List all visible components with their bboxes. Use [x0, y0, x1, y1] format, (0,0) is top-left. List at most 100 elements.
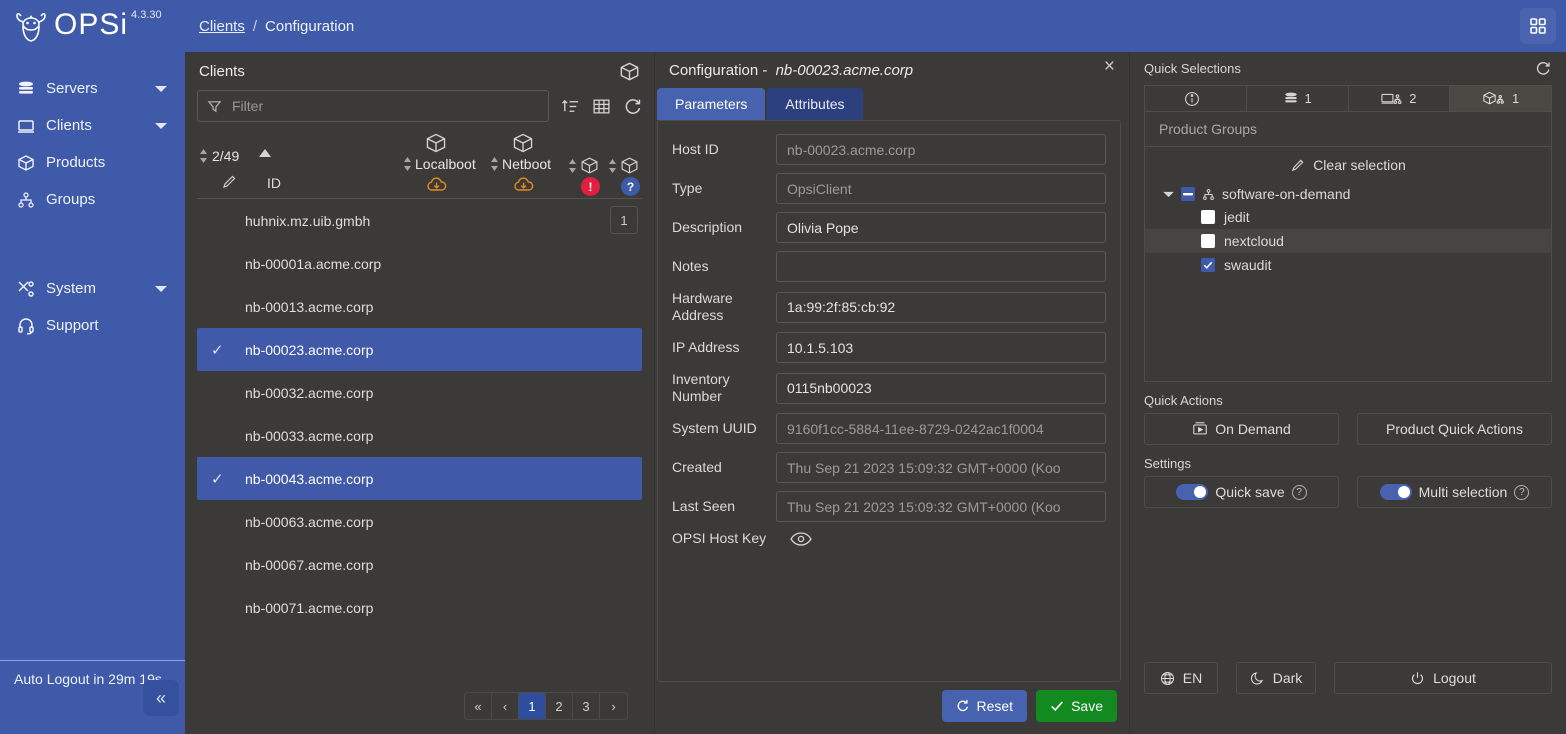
column-header-netboot[interactable]: Netboot — [490, 156, 551, 172]
breadcrumb: Clients / Configuration — [199, 18, 354, 35]
checkbox-unchecked[interactable] — [1201, 234, 1215, 248]
help-icon[interactable]: ? — [1291, 484, 1307, 500]
clear-selection-button[interactable]: Clear selection — [1145, 147, 1551, 183]
configuration-actions: Reset Save — [655, 682, 1129, 734]
on-demand-button[interactable]: On Demand — [1144, 413, 1339, 445]
breadcrumb-clients-link[interactable]: Clients — [199, 18, 245, 35]
product-groups-label: Product Groups — [1145, 112, 1551, 147]
configuration-panel: Configuration - nb-00023.acme.corp × Par… — [655, 52, 1130, 734]
pagination-next[interactable]: › — [600, 693, 627, 719]
clients-count[interactable]: 2/49 — [199, 148, 239, 164]
checkbox-unchecked[interactable] — [1201, 210, 1215, 224]
column-header-localboot[interactable]: Localboot — [403, 156, 476, 172]
table-row[interactable]: huhnix.mz.uib.gmbh 1 — [197, 199, 642, 242]
tree-node-software-on-demand[interactable]: software-on-demand — [1145, 183, 1551, 205]
tab-servers[interactable]: 1 — [1245, 85, 1348, 112]
field-host-id: Host ID nb-00023.acme.corp — [658, 130, 1120, 169]
column-header-failed-products[interactable] — [568, 156, 599, 175]
column-header-unknown-products[interactable] — [608, 156, 639, 175]
close-icon[interactable]: × — [1104, 56, 1115, 78]
logout-label: Logout — [1433, 670, 1476, 686]
description-field[interactable]: Olivia Pope — [776, 212, 1106, 243]
table-row-selected[interactable]: ✓ nb-00043.acme.corp — [197, 457, 642, 500]
refresh-icon[interactable] — [1535, 60, 1552, 77]
sidebar-label-support: Support — [46, 317, 99, 334]
table-row[interactable]: nb-00063.acme.corp — [197, 500, 642, 543]
sort-ascending-icon[interactable] — [259, 149, 271, 157]
grid-apps-button[interactable] — [1520, 8, 1556, 44]
pagination-first[interactable]: « — [465, 693, 492, 719]
tree-item-jedit[interactable]: jedit — [1145, 205, 1551, 229]
chevron-double-left-icon: « — [155, 687, 166, 708]
pagination-prev[interactable]: ‹ — [492, 693, 519, 719]
table-row[interactable]: nb-00013.acme.corp — [197, 285, 642, 328]
tab-parameters[interactable]: Parameters — [657, 88, 766, 120]
multi-selection-toggle[interactable] — [1379, 484, 1412, 500]
field-label: Created — [672, 459, 722, 475]
eye-icon[interactable] — [776, 531, 812, 546]
breadcrumb-separator: / — [252, 17, 258, 35]
sort-icon[interactable] — [561, 97, 580, 116]
tree-item-swaudit[interactable]: swaudit — [1145, 253, 1551, 277]
logout-button[interactable]: Logout — [1334, 662, 1552, 694]
sidebar-item-products[interactable]: Products — [0, 144, 185, 181]
sidebar-item-clients[interactable]: Clients — [0, 107, 185, 144]
table-row[interactable]: nb-00001a.acme.corp — [197, 242, 642, 285]
sidebar-collapse-button[interactable]: « — [143, 680, 179, 716]
sidebar-item-system[interactable]: System — [0, 270, 185, 307]
brand-logo[interactable]: OPSi 4.3.30 — [0, 8, 171, 44]
inventory-number-field[interactable]: 0115nb00023 — [776, 372, 1106, 404]
save-button[interactable]: Save — [1036, 690, 1117, 722]
multi-selection-setting[interactable]: Multi selection ? — [1357, 476, 1552, 508]
pagination-page-1[interactable]: 1 — [519, 693, 546, 719]
column-header-id[interactable]: ID — [267, 175, 281, 191]
tab-product-groups[interactable]: 1 — [1449, 85, 1552, 112]
table-row[interactable]: nb-00067.acme.corp — [197, 543, 642, 586]
sidebar-item-servers[interactable]: Servers — [0, 70, 185, 107]
edit-pencil-icon[interactable] — [221, 174, 237, 190]
configuration-form: Host ID nb-00023.acme.corp Type OpsiClie… — [657, 120, 1121, 682]
table-columns-icon[interactable] — [592, 97, 611, 116]
tab-clients[interactable]: 2 — [1347, 85, 1450, 112]
column-header-localboot-label: Localboot — [415, 156, 476, 172]
sidebar-item-support[interactable]: Support — [0, 307, 185, 344]
sort-arrows-icon — [490, 157, 499, 171]
quick-save-setting[interactable]: Quick save ? — [1144, 476, 1339, 508]
tab-info[interactable] — [1144, 85, 1246, 112]
sort-arrows-icon — [199, 149, 208, 163]
field-description: Description Olivia Pope — [658, 208, 1120, 247]
tree-item-nextcloud[interactable]: nextcloud — [1145, 229, 1551, 253]
table-row[interactable]: nb-00033.acme.corp — [197, 414, 642, 457]
pagination-page-2[interactable]: 2 — [546, 693, 573, 719]
sidebar-label-groups: Groups — [46, 191, 96, 208]
checkbox-checked[interactable] — [1201, 258, 1215, 272]
field-last-seen: Last Seen Thu Sep 21 2023 15:09:32 GMT+0… — [658, 487, 1120, 526]
theme-button[interactable]: Dark — [1236, 662, 1316, 694]
quick-save-toggle[interactable] — [1176, 484, 1209, 500]
sidebar-item-groups[interactable]: Groups — [0, 181, 185, 218]
search-input[interactable] — [232, 98, 539, 114]
opsi-logo-icon — [14, 10, 48, 44]
product-quick-actions-button[interactable]: Product Quick Actions — [1357, 413, 1552, 445]
configuration-header: Configuration - nb-00023.acme.corp × — [655, 52, 1129, 79]
hardware-address-field[interactable]: 1a:99:2f:85:cb:92 — [776, 291, 1106, 323]
language-button[interactable]: EN — [1144, 662, 1218, 694]
group-tree-icon — [16, 190, 36, 210]
monitor-icon — [16, 116, 36, 136]
quick-actions-title: Quick Actions — [1144, 393, 1223, 408]
checkbox-indeterminate[interactable] — [1181, 187, 1195, 201]
notes-field[interactable] — [776, 251, 1106, 282]
refresh-icon[interactable] — [623, 97, 642, 116]
chevron-down-icon[interactable] — [1163, 191, 1174, 198]
table-row[interactable]: nb-00032.acme.corp — [197, 371, 642, 414]
tab-attributes[interactable]: Attributes — [767, 88, 863, 120]
ip-address-field[interactable]: 10.1.5.103 — [776, 332, 1106, 363]
field-label: OPSI Host Key — [672, 530, 767, 546]
box-icon[interactable] — [619, 61, 640, 82]
help-icon[interactable]: ? — [1514, 484, 1530, 500]
filter-input-wrapper[interactable] — [197, 90, 549, 122]
pagination-page-3[interactable]: 3 — [573, 693, 600, 719]
table-row[interactable]: nb-00071.acme.corp — [197, 586, 642, 629]
table-row-selected[interactable]: ✓ nb-00023.acme.corp — [197, 328, 642, 371]
reset-button[interactable]: Reset — [941, 690, 1028, 722]
